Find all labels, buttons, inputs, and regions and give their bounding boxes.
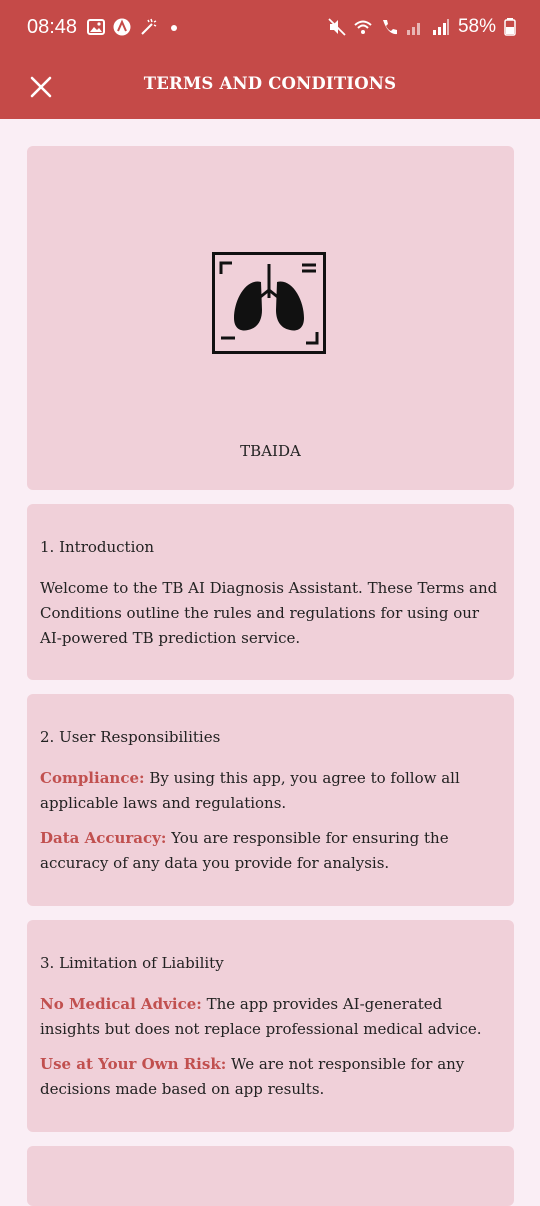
app-notification-icon	[113, 18, 131, 36]
section-title: 2. User Responsibilities	[40, 728, 221, 746]
term-item: No Medical Advice: The app provides AI-g…	[40, 992, 501, 1042]
lungs-scan-logo	[212, 252, 326, 354]
section-next	[27, 1146, 514, 1206]
page-title: TERMS AND CONDITIONS	[143, 74, 397, 93]
section-title: 1. Introduction	[40, 538, 155, 556]
logo-card: TBAIDA	[27, 146, 514, 490]
term-label: Data Accuracy:	[40, 829, 167, 847]
term-label: Use at Your Own Risk:	[40, 1055, 227, 1073]
section-user-responsibilities: 2. User Responsibilities Compliance: By …	[27, 694, 514, 906]
battery-percent: 58%	[457, 16, 496, 37]
app-name: TBAIDA	[240, 442, 301, 460]
signal-icon-2	[432, 19, 449, 35]
signal-icon-1	[406, 23, 420, 35]
term-label: Compliance:	[40, 769, 145, 787]
term-item: Compliance: By using this app, you agree…	[40, 766, 501, 816]
wifi-calling-icon	[382, 20, 397, 35]
mute-icon	[328, 18, 346, 36]
status-bar: 08:48 58%	[0, 0, 540, 58]
app-bar: TERMS AND CONDITIONS	[0, 58, 540, 119]
section-limitation-of-liability: 3. Limitation of Liability No Medical Ad…	[27, 920, 514, 1132]
section-body: Welcome to the TB AI Diagnosis Assistant…	[40, 579, 498, 647]
status-time: 08:48	[27, 16, 78, 38]
dot-icon	[171, 25, 177, 31]
system-icons: 58%	[328, 16, 516, 38]
section-introduction: 1. Introduction Welcome to the TB AI Dia…	[27, 504, 514, 680]
notification-icons	[87, 18, 183, 36]
term-item: Use at Your Own Risk: We are not respons…	[40, 1052, 501, 1102]
battery-icon	[504, 18, 516, 36]
gallery-icon	[87, 19, 105, 35]
wifi-icon	[354, 20, 372, 34]
term-item: Data Accuracy: You are responsible for e…	[40, 826, 501, 876]
magic-wand-icon	[141, 18, 157, 35]
section-title: 3. Limitation of Liability	[40, 954, 224, 972]
term-label: No Medical Advice:	[40, 995, 202, 1013]
